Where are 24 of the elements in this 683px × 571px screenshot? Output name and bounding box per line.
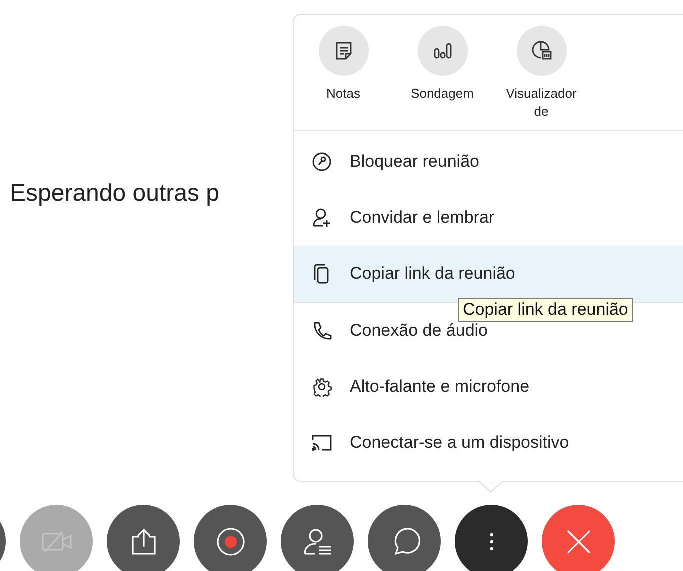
cast-icon [311,434,333,452]
record-icon [216,526,246,556]
notes-icon [318,26,368,76]
bar-chart-icon [418,26,468,76]
menu-item[interactable]: Alto-falante e microfone [294,359,683,415]
menu-item[interactable]: Conectar-se a um dispositivo [294,415,683,471]
key-circle-icon [312,152,332,172]
more-icon [490,532,494,550]
menu-item[interactable]: Copiar link da reunião [294,246,683,302]
app-button[interactable]: Sondagem [393,26,492,130]
phone-icon [312,321,332,341]
settings-icon [312,377,332,397]
copy-icon [313,264,331,284]
app-button[interactable]: Notas [294,26,393,130]
camera-off-icon [40,530,72,554]
person-list-icon [302,528,332,556]
menu-item[interactable]: Bloquear reunião [294,134,683,190]
pie-chart-icon [516,26,566,76]
tooltip: Copiar link da reunião [458,298,634,322]
waiting-message: Esperando outras p [10,180,220,207]
close-icon [566,528,592,554]
menu-item[interactable]: Convidar e lembrar [294,190,683,246]
app-button[interactable]: Visualizador de [492,26,591,130]
add-person-icon [312,208,332,228]
